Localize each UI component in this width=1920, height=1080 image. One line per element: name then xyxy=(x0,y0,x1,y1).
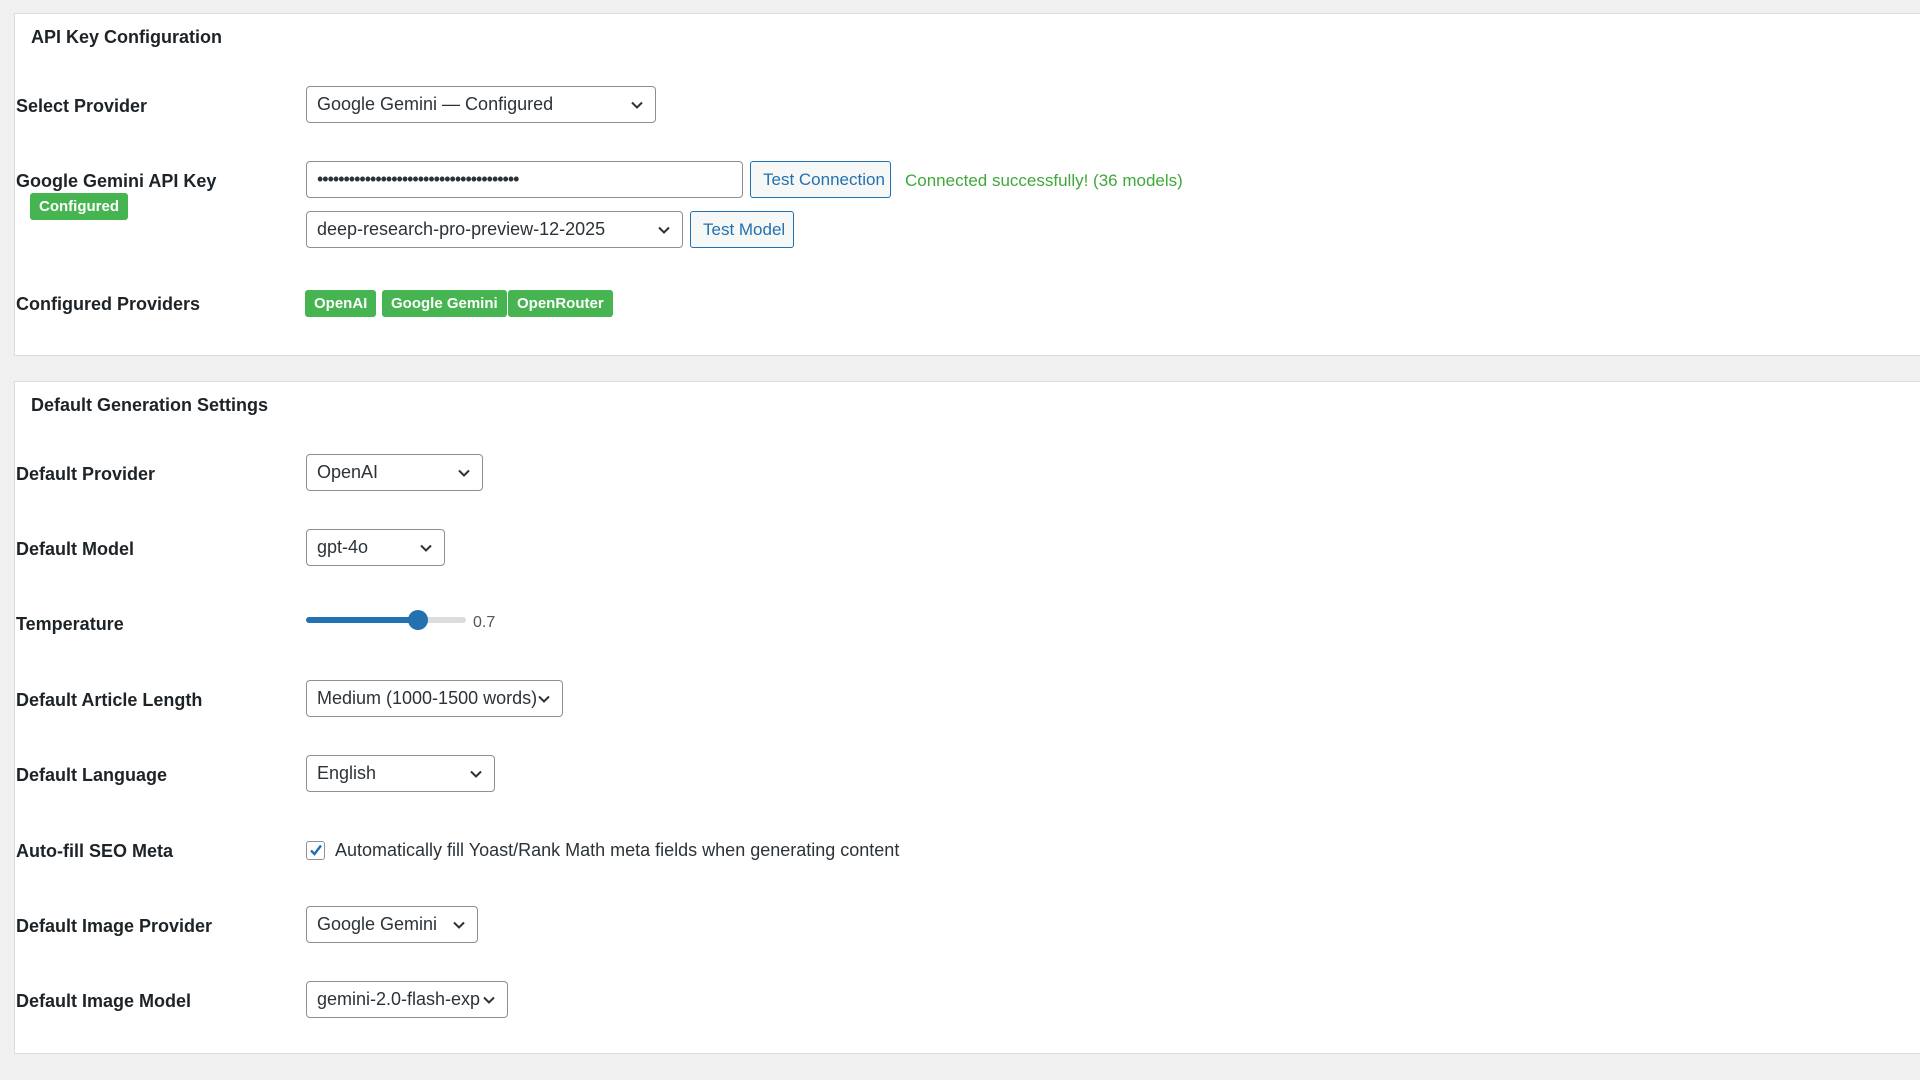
image-provider-dropdown[interactable]: Google Gemini xyxy=(306,906,478,943)
article-length-dropdown[interactable]: Medium (1000-1500 words) xyxy=(306,680,563,717)
temperature-label: Temperature xyxy=(16,614,124,634)
article-length-label: Default Article Length xyxy=(16,690,203,710)
autofill-seo-text: Automatically fill Yoast/Rank Math meta … xyxy=(335,840,900,860)
section-title: API Key Configuration xyxy=(31,27,223,47)
connection-status: Connected successfully! (36 models) xyxy=(905,171,1183,190)
chevron-down-icon xyxy=(658,226,670,234)
provider-badge-openai: OpenAI xyxy=(305,290,377,317)
default-language-label: Default Language xyxy=(16,765,168,785)
api-key-input[interactable]: •••••••••••••••••••••••••••••••••••••• xyxy=(306,161,743,198)
default-generation-settings-panel: Default Generation Settings xyxy=(14,381,1920,1054)
slider-thumb[interactable] xyxy=(408,610,428,630)
configured-badge: Configured xyxy=(30,193,128,220)
provider-badge-openrouter: OpenRouter xyxy=(508,290,613,317)
default-model-value: gpt-4o xyxy=(317,537,369,557)
default-language-dropdown[interactable]: English xyxy=(306,755,495,792)
section-title: Default Generation Settings xyxy=(31,395,269,415)
image-model-dropdown[interactable]: gemini-2.0-flash-exp xyxy=(306,981,508,1018)
configured-providers-label: Configured Providers xyxy=(16,294,201,314)
provider-badge-google-gemini: Google Gemini xyxy=(382,290,507,317)
autofill-seo-checkbox[interactable] xyxy=(306,841,325,860)
model-select-dropdown[interactable]: deep-research-pro-preview-12-2025 xyxy=(306,211,683,248)
test-connection-button[interactable]: Test Connection xyxy=(750,161,891,198)
chevron-down-icon xyxy=(458,469,470,477)
article-length-value: Medium (1000-1500 words) xyxy=(317,688,538,708)
select-provider-value: Google Gemini — Configured xyxy=(317,94,554,114)
temperature-value: 0.7 xyxy=(473,614,496,631)
image-model-value: gemini-2.0-flash-exp xyxy=(317,989,481,1009)
chevron-down-icon xyxy=(483,996,495,1004)
image-provider-label: Default Image Provider xyxy=(16,916,213,936)
select-provider-label: Select Provider xyxy=(16,96,148,116)
default-language-value: English xyxy=(317,763,377,783)
image-model-label: Default Image Model xyxy=(16,991,192,1011)
default-model-label: Default Model xyxy=(16,539,135,559)
default-model-dropdown[interactable]: gpt-4o xyxy=(306,529,445,566)
autofill-seo-label: Auto-fill SEO Meta xyxy=(16,841,173,861)
default-provider-value: OpenAI xyxy=(317,462,379,482)
default-provider-dropdown[interactable]: OpenAI xyxy=(306,454,483,491)
image-provider-value: Google Gemini xyxy=(317,914,438,934)
slider-fill xyxy=(306,617,418,623)
api-key-label: Google Gemini API Key xyxy=(16,171,217,191)
chevron-down-icon xyxy=(420,544,432,552)
default-provider-label: Default Provider xyxy=(16,464,156,484)
temperature-slider[interactable] xyxy=(306,608,466,632)
chevron-down-icon xyxy=(453,921,465,929)
checkmark-icon xyxy=(310,844,322,856)
chevron-down-icon xyxy=(470,770,482,778)
select-provider-dropdown[interactable]: Google Gemini — Configured xyxy=(306,86,656,123)
chevron-down-icon xyxy=(631,101,643,109)
test-model-button[interactable]: Test Model xyxy=(690,211,794,248)
chevron-down-icon xyxy=(538,695,550,703)
model-select-value: deep-research-pro-preview-12-2025 xyxy=(317,219,606,239)
